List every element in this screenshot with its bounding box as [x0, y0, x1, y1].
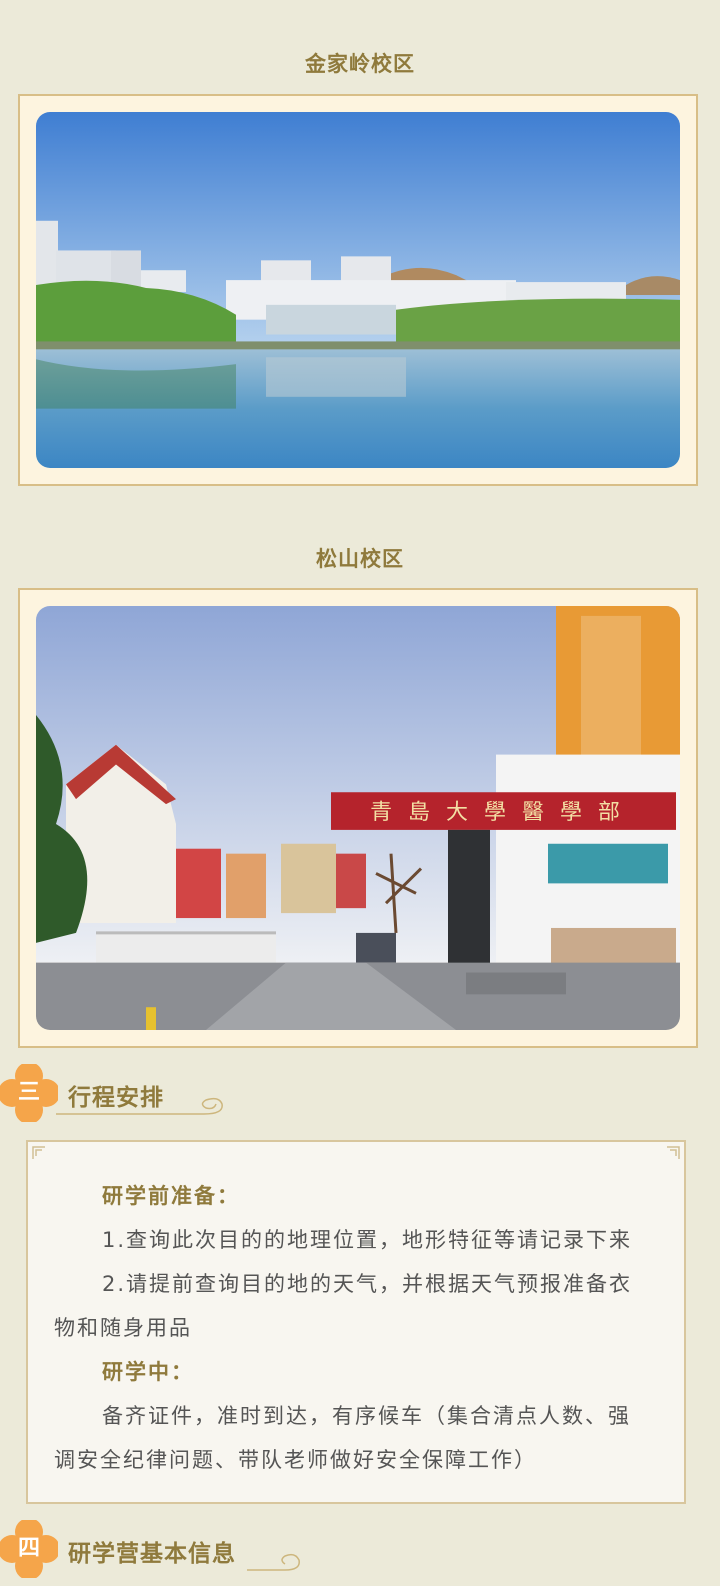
prep-item-2-cont: 物和随身用品 [54, 1316, 192, 1340]
campus-title-songshan: 松山校区 [316, 547, 404, 571]
during-text: 备齐证件，准时到达，有序候车（集合清点人数、强 [102, 1404, 631, 1428]
section-three-header: 三 行程安排 [0, 1064, 360, 1128]
during-heading: 研学中： [102, 1360, 194, 1384]
title-underline-ornament [247, 1553, 300, 1571]
prep-item-1: 1.查询此次目的的地理位置，地形特征等请记录下来 [102, 1228, 633, 1252]
during-text-cont: 调安全纪律问题、带队老师做好安全保障工作） [54, 1448, 537, 1472]
campus-title-jinjialing: 金家岭校区 [305, 52, 415, 76]
corner-ornament-icon [667, 1146, 680, 1159]
gate-sign-text: 青島大學醫學部 [370, 800, 636, 825]
photo-frame-jinjialing [18, 94, 698, 486]
title-underline-ornament [56, 1097, 223, 1115]
prep-item-2: 2.请提前查询目的地的天气，并根据天气预报准备衣 [102, 1272, 633, 1296]
prep-heading: 研学前准备： [102, 1184, 240, 1208]
section-number-badge: 三 [0, 1064, 58, 1122]
section-four-header: 四 研学营基本信息 [0, 1520, 360, 1584]
photo-frame-songshan: 青島大學醫學部 [18, 588, 698, 1048]
corner-ornament-icon [32, 1146, 45, 1159]
campus-photo-songshan: 青島大學醫學部 [36, 606, 680, 1030]
campus-photo-jinjialing [36, 112, 680, 468]
section-four-title: 研学营基本信息 [68, 1541, 236, 1567]
schedule-card: 研学前准备： 1.查询此次目的的地理位置，地形特征等请记录下来 2.请提前查询目… [26, 1140, 686, 1504]
section-number-badge: 四 [0, 1520, 58, 1578]
